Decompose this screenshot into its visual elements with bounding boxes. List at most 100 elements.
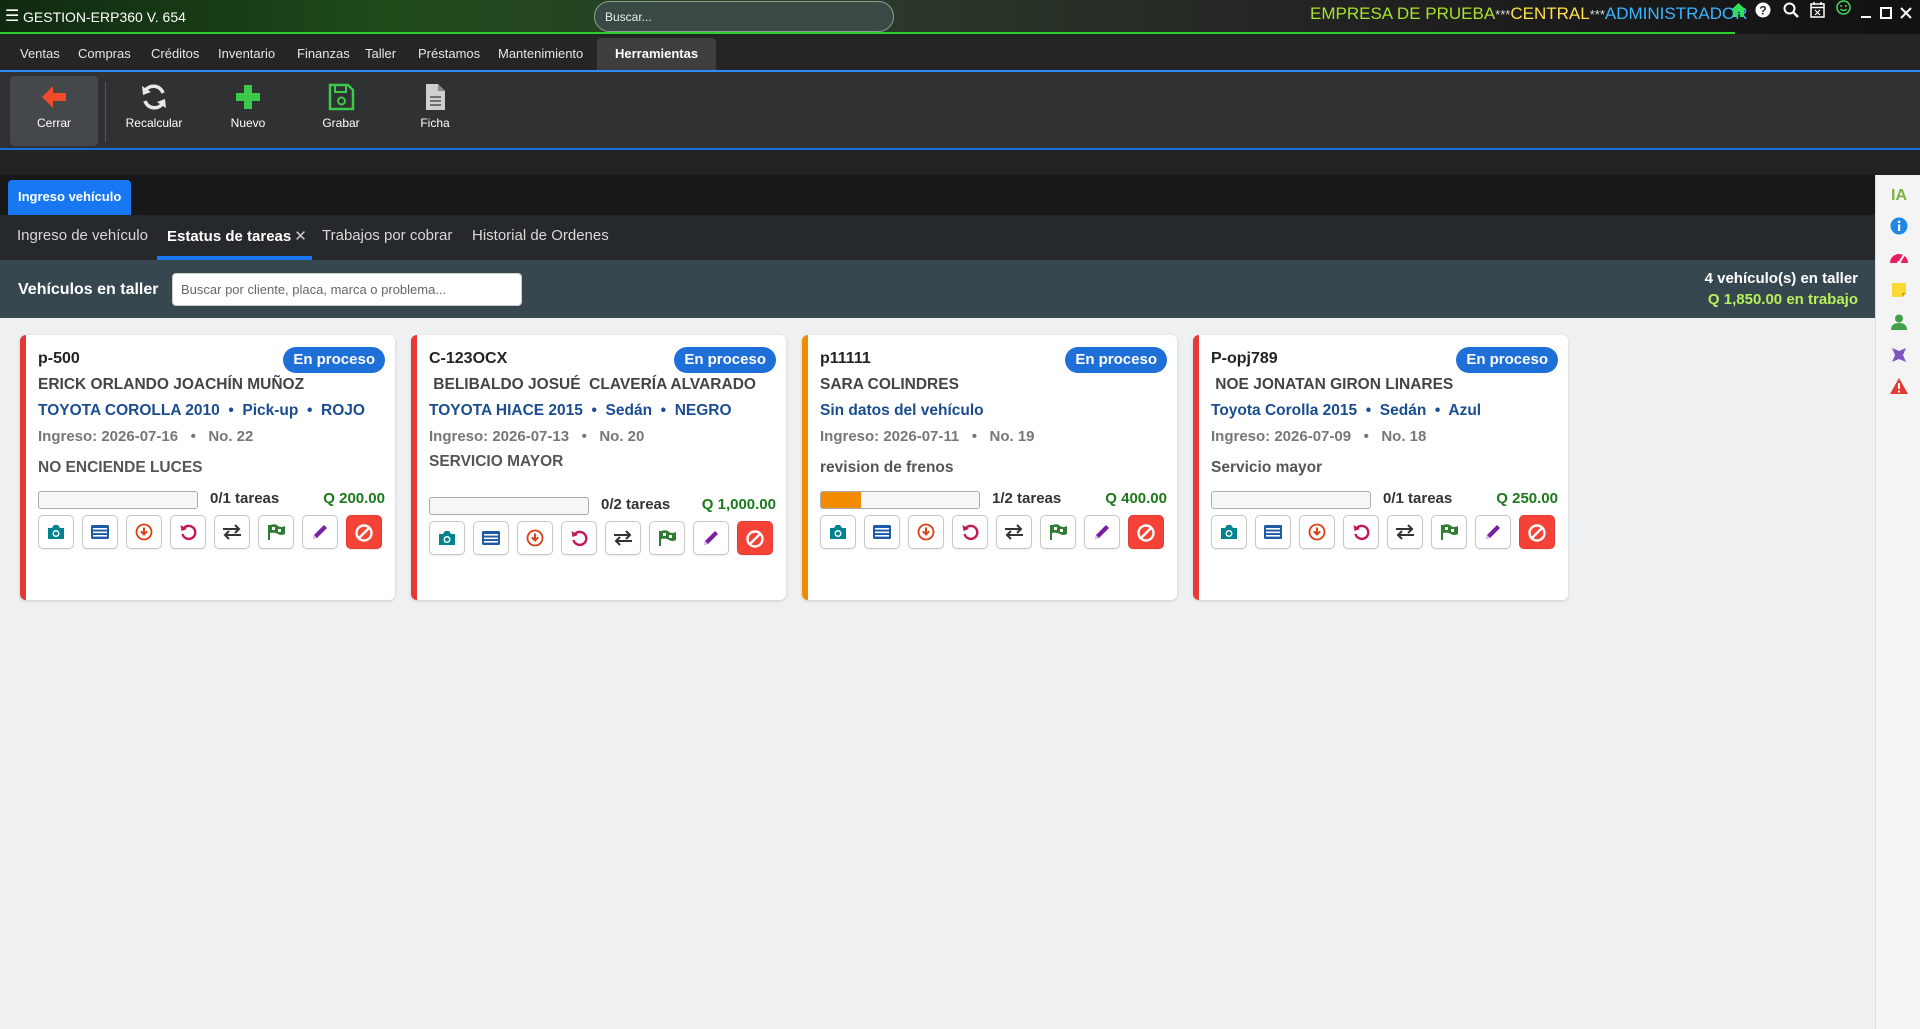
- vehicle-search-input[interactable]: [172, 273, 522, 306]
- menu-item-herramientas[interactable]: Herramientas: [597, 38, 717, 70]
- task-progress-bar: [1211, 491, 1371, 509]
- search-icon[interactable]: [1782, 2, 1800, 22]
- menu-item-mantenimiento[interactable]: Mantenimiento: [498, 46, 583, 61]
- task-progress-bar: [429, 497, 589, 515]
- home-icon[interactable]: [1729, 2, 1747, 22]
- recalculate-button[interactable]: Recalcular: [110, 76, 198, 146]
- undo-button[interactable]: [170, 515, 206, 549]
- vehicle-card[interactable]: p11111 En proceso SARA COLINDRES Sin dat…: [802, 335, 1177, 600]
- main-menu: Ventas Compras Créditos Inventario Finan…: [0, 34, 1920, 70]
- cancel-button[interactable]: [1519, 515, 1555, 549]
- flag-button[interactable]: [649, 521, 685, 555]
- menu-item-ventas[interactable]: Ventas: [20, 46, 60, 61]
- list-button[interactable]: [864, 515, 900, 549]
- vehicle-card[interactable]: P-opj789 En proceso NOE JONATAN GIRON LI…: [1193, 335, 1568, 600]
- vehicle-info: TOYOTA COROLLA 2010 • Pick-up • ROJO: [38, 402, 365, 419]
- transfer-button[interactable]: [605, 521, 641, 555]
- list-button[interactable]: [1255, 515, 1291, 549]
- ia-icon[interactable]: IA: [1888, 185, 1910, 207]
- menu-item-finanzas[interactable]: Finanzas: [297, 46, 350, 61]
- edit-button[interactable]: [1475, 515, 1511, 549]
- warning-icon[interactable]: [1888, 377, 1910, 399]
- arrow-left-icon: [42, 86, 66, 108]
- download-button[interactable]: [126, 515, 162, 549]
- edit-button[interactable]: [1084, 515, 1120, 549]
- menu-item-creditos[interactable]: Créditos: [151, 46, 199, 61]
- puzzle-icon[interactable]: [1888, 345, 1910, 367]
- transfer-button[interactable]: [996, 515, 1032, 549]
- undo-button[interactable]: [561, 521, 597, 555]
- download-button[interactable]: [908, 515, 944, 549]
- document-tabs: Ingreso vehículo: [0, 175, 1875, 215]
- edit-button[interactable]: [693, 521, 729, 555]
- undo-button[interactable]: [1343, 515, 1379, 549]
- user-icon[interactable]: [1888, 313, 1910, 335]
- user-name: ADMINISTRADOR: [1604, 4, 1748, 23]
- menu-item-inventario[interactable]: Inventario: [218, 46, 275, 61]
- cancel-button[interactable]: [737, 521, 773, 555]
- vehicle-info: TOYOTA HIACE 2015 • Sedán • NEGRO: [429, 402, 732, 419]
- maximize-icon[interactable]: [1877, 6, 1895, 26]
- undo-icon: [961, 524, 979, 544]
- undo-button[interactable]: [952, 515, 988, 549]
- camera-button[interactable]: [38, 515, 74, 549]
- toolbar-divider: [105, 82, 106, 142]
- smiley-icon[interactable]: [1834, 0, 1852, 20]
- cancel-button[interactable]: [1128, 515, 1164, 549]
- camera-button[interactable]: [820, 515, 856, 549]
- hamburger-menu-icon[interactable]: ☰: [5, 7, 19, 27]
- menu-item-prestamos[interactable]: Préstamos: [418, 46, 480, 61]
- vehicle-card[interactable]: p-500 En proceso ERICK ORLANDO JOACHÍN M…: [20, 335, 395, 600]
- work-amount: Q 1,850.00 en trabajo: [1707, 291, 1858, 308]
- tab-ingreso-de-vehiculo[interactable]: Ingreso de vehículo: [17, 227, 148, 244]
- flag-icon: [657, 530, 677, 550]
- help-icon[interactable]: ?: [1754, 2, 1772, 22]
- transfer-button[interactable]: [214, 515, 250, 549]
- global-search-input[interactable]: [594, 1, 894, 32]
- client-name: BELIBALDO JOSUÉ CLAVERÍA ALVARADO: [429, 376, 756, 393]
- status-badge: En proceso: [1065, 347, 1167, 373]
- tab-close-icon[interactable]: ✕: [294, 228, 307, 245]
- download-button[interactable]: [1299, 515, 1335, 549]
- undo-icon: [1352, 524, 1370, 544]
- status-badge: En proceso: [674, 347, 776, 373]
- vehicle-plate: p11111: [820, 350, 871, 367]
- toolbar: Cerrar Recalcular Nuevo Grabar Ficha: [0, 72, 1920, 149]
- flag-button[interactable]: [1431, 515, 1467, 549]
- list-button[interactable]: [82, 515, 118, 549]
- title-bar: ☰ GESTION-ERP360 V. 654 EMPRESA DE PRUEB…: [0, 0, 1920, 34]
- tab-ingreso-vehiculo[interactable]: Ingreso vehículo: [8, 180, 132, 215]
- camera-button[interactable]: [1211, 515, 1247, 549]
- transfer-button[interactable]: [1387, 515, 1423, 549]
- calendar-icon[interactable]: [1808, 2, 1826, 22]
- recalculate-button-label: Recalcular: [125, 116, 183, 130]
- list-button[interactable]: [473, 521, 509, 555]
- edit-button[interactable]: [302, 515, 338, 549]
- minimize-icon[interactable]: [1857, 6, 1875, 26]
- sheet-button[interactable]: Ficha: [391, 76, 479, 146]
- entry-info: Ingreso: 2026-07-09 • No. 18: [1211, 428, 1427, 445]
- transfer-icon: [1003, 524, 1025, 544]
- undo-icon: [570, 530, 588, 550]
- cancel-button[interactable]: [346, 515, 382, 549]
- menu-item-compras[interactable]: Compras: [78, 46, 131, 61]
- flag-button[interactable]: [1040, 515, 1076, 549]
- new-button[interactable]: Nuevo: [204, 76, 292, 146]
- dashboard-icon[interactable]: [1888, 249, 1910, 271]
- vehicle-card[interactable]: C-123OCX En proceso BELIBALDO JOSUÉ CLAV…: [411, 335, 786, 600]
- info-icon[interactable]: [1888, 217, 1910, 239]
- close-button[interactable]: Cerrar: [10, 76, 98, 146]
- download-button[interactable]: [517, 521, 553, 555]
- close-icon[interactable]: [1897, 6, 1915, 26]
- refresh-icon: [142, 84, 166, 110]
- tab-historial-de-ordenes[interactable]: Historial de Ordenes: [472, 227, 609, 244]
- flag-button[interactable]: [258, 515, 294, 549]
- save-button[interactable]: Grabar: [297, 76, 385, 146]
- menu-item-taller[interactable]: Taller: [365, 46, 396, 61]
- tab-estatus-de-tareas[interactable]: Estatus de tareas ✕: [167, 227, 307, 245]
- tab-trabajos-por-cobrar[interactable]: Trabajos por cobrar: [322, 227, 452, 244]
- separator: ***: [1495, 7, 1511, 22]
- camera-button[interactable]: [429, 521, 465, 555]
- sub-tabs: Ingreso de vehículo Estatus de tareas ✕ T…: [0, 215, 1875, 260]
- note-icon[interactable]: [1888, 281, 1910, 303]
